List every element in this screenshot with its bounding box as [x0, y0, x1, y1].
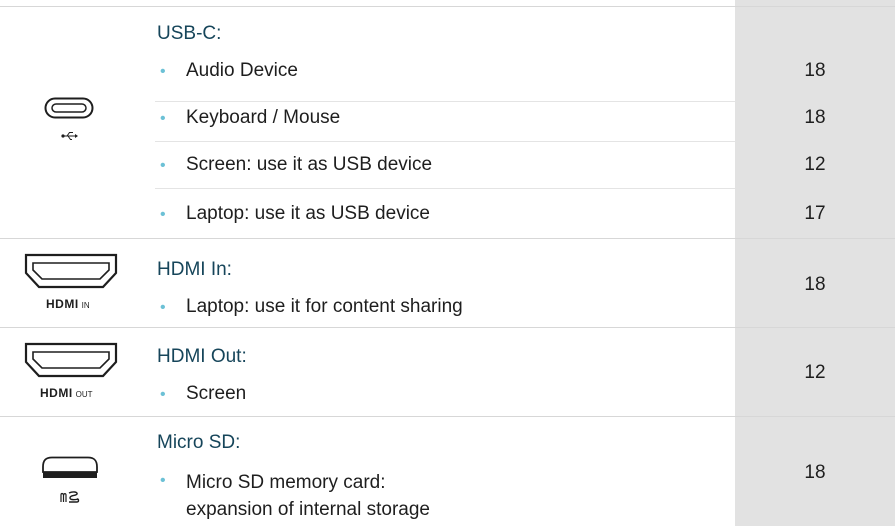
usb-symbol-icon	[61, 132, 78, 140]
item-label: Keyboard / Mouse	[186, 107, 341, 128]
list-item: • Screen	[160, 383, 246, 405]
list-item: • Audio Device	[160, 60, 298, 82]
item-divider	[155, 101, 735, 102]
hdmi-port-icon	[24, 342, 118, 378]
micro-sd-slot-icon	[42, 456, 98, 478]
hdmi-out-caption: HDMI OUT	[40, 386, 93, 400]
item-value: 12	[804, 154, 826, 175]
item-divider	[155, 188, 735, 189]
bullet-icon: •	[160, 386, 166, 403]
item-label-line: expansion of internal storage	[186, 499, 430, 520]
row-divider	[0, 238, 895, 239]
item-value: 18	[804, 107, 826, 128]
section-title: HDMI In:	[157, 259, 232, 280]
list-item: • Micro SD memory card: expansion of inter…	[160, 469, 430, 523]
usb-c-port-icon	[44, 97, 94, 119]
bullet-icon: •	[160, 472, 166, 489]
list-item: • Keyboard / Mouse	[160, 107, 340, 129]
bullet-icon: •	[160, 63, 166, 80]
list-item: • Laptop: use it for content sharing	[160, 296, 463, 318]
item-value: 18	[804, 274, 826, 295]
section-title: Micro SD:	[157, 432, 241, 453]
micro-sd-logo-icon	[60, 491, 80, 503]
section-title: USB-C:	[157, 23, 222, 44]
bullet-icon: •	[160, 157, 166, 174]
section-title: HDMI Out:	[157, 346, 247, 367]
hdmi-in-caption: HDMI IN	[46, 297, 90, 311]
bullet-icon: •	[160, 206, 166, 223]
item-value: 12	[804, 362, 826, 383]
port-direction-label: IN	[81, 301, 90, 310]
hdmi-logo-text: HDMI	[40, 386, 73, 400]
item-label: Laptop: use it for content sharing	[186, 296, 463, 317]
item-divider	[155, 141, 735, 142]
item-label: Screen: use it as USB device	[186, 154, 433, 175]
item-value: 18	[804, 60, 826, 81]
list-item: • Laptop: use it as USB device	[160, 203, 430, 225]
row-divider	[0, 327, 895, 328]
item-label: Micro SD memory card: expansion of intern…	[186, 469, 430, 523]
port-direction-label: OUT	[75, 390, 93, 399]
item-label: Laptop: use it as USB device	[186, 203, 430, 224]
hdmi-port-icon	[24, 253, 118, 289]
bullet-icon: •	[160, 299, 166, 316]
row-divider	[0, 416, 895, 417]
hdmi-logo-text: HDMI	[46, 297, 79, 311]
item-value: 18	[804, 462, 826, 483]
row-divider	[0, 6, 895, 7]
bullet-icon: •	[160, 110, 166, 127]
item-label: Audio Device	[186, 60, 298, 81]
item-label-line: Micro SD memory card:	[186, 472, 386, 493]
item-label: Screen	[186, 383, 247, 404]
list-item: • Screen: use it as USB device	[160, 154, 432, 176]
item-value: 17	[804, 203, 826, 224]
